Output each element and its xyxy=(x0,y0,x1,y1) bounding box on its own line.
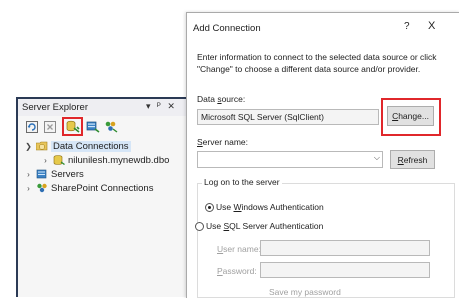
refresh-button[interactable]: Refresh xyxy=(390,150,435,169)
windows-auth-radio[interactable] xyxy=(205,203,214,212)
tree-item-label: Servers xyxy=(51,168,84,180)
database-connection-icon xyxy=(53,155,65,165)
refresh-button[interactable] xyxy=(24,119,39,134)
sharepoint-connections-icon xyxy=(37,183,47,193)
server-explorer-toolbar xyxy=(18,117,186,137)
stop-refresh-icon xyxy=(43,120,56,133)
help-icon[interactable]: ? xyxy=(404,21,410,32)
connect-to-database-button[interactable] xyxy=(62,117,83,136)
add-connection-dialog: Add Connection ? X Enter information to … xyxy=(186,12,459,298)
connect-to-server-icon xyxy=(86,121,99,133)
connect-to-sharepoint-icon xyxy=(105,121,117,133)
close-panel-icon[interactable]: ✕ xyxy=(167,101,175,112)
server-name-combobox[interactable]: ⌵ xyxy=(197,151,383,168)
tree-item-label: SharePoint Connections xyxy=(51,182,154,194)
server-explorer-title: Server Explorer xyxy=(22,102,88,113)
sql-auth-radio[interactable] xyxy=(195,222,204,231)
data-connections-icon xyxy=(36,141,48,151)
user-name-input xyxy=(260,240,430,256)
server-explorer-panel: Server Explorer ▾ ᴾ ✕ ❯ Data Connections… xyxy=(16,97,186,297)
dialog-description: Enter information to connect to the sele… xyxy=(197,52,437,74)
server-name-label: Server name: xyxy=(197,137,249,147)
chevron-right-icon[interactable]: › xyxy=(24,184,33,193)
connect-to-sharepoint-button[interactable] xyxy=(103,119,118,134)
close-icon[interactable]: X xyxy=(428,20,435,32)
dialog-title: Add Connection xyxy=(193,23,261,34)
password-input xyxy=(260,262,430,278)
pin-icon[interactable]: ᴾ xyxy=(157,101,161,111)
refresh-icon xyxy=(25,120,38,133)
chevron-right-icon[interactable]: › xyxy=(41,156,50,165)
save-password-label: Save my password xyxy=(269,287,341,297)
chevron-down-icon[interactable]: ⌵ xyxy=(374,153,380,163)
connect-to-database-icon xyxy=(66,120,80,133)
servers-icon xyxy=(36,169,47,179)
chevron-down-icon[interactable]: ❯ xyxy=(24,142,33,151)
stop-refresh-button[interactable] xyxy=(42,119,57,134)
change-button[interactable]: Change... xyxy=(387,106,434,126)
tree-item-sharepoint-connections[interactable]: › SharePoint Connections xyxy=(24,181,153,195)
tree-item-servers[interactable]: › Servers xyxy=(24,167,84,181)
tree-item-label: Data Connections xyxy=(51,140,131,152)
password-label: Password: xyxy=(217,266,257,276)
tree-item-label: nilunilesh.mynewdb.dbo xyxy=(68,154,170,166)
tree-item-data-connections[interactable]: ❯ Data Connections xyxy=(24,139,131,153)
windows-auth-label[interactable]: Use Windows Authentication xyxy=(216,202,324,212)
data-source-label: Data source: xyxy=(197,94,246,104)
sql-auth-label[interactable]: Use SQL Server Authentication xyxy=(206,221,323,231)
server-explorer-title-bar: Server Explorer ▾ ᴾ ✕ xyxy=(18,99,186,116)
chevron-right-icon[interactable]: › xyxy=(24,170,33,179)
window-position-dropdown-icon[interactable]: ▾ xyxy=(146,101,151,112)
connect-to-server-button[interactable] xyxy=(85,119,100,134)
title-bar-buttons: ▾ ᴾ ✕ xyxy=(146,101,179,112)
logon-group-label: Log on to the server xyxy=(202,177,282,187)
data-source-field: Microsoft SQL Server (SqlClient) xyxy=(197,109,379,125)
user-name-label: User name: xyxy=(217,244,261,254)
tree-item-database-connection[interactable]: › nilunilesh.mynewdb.dbo xyxy=(41,153,169,167)
